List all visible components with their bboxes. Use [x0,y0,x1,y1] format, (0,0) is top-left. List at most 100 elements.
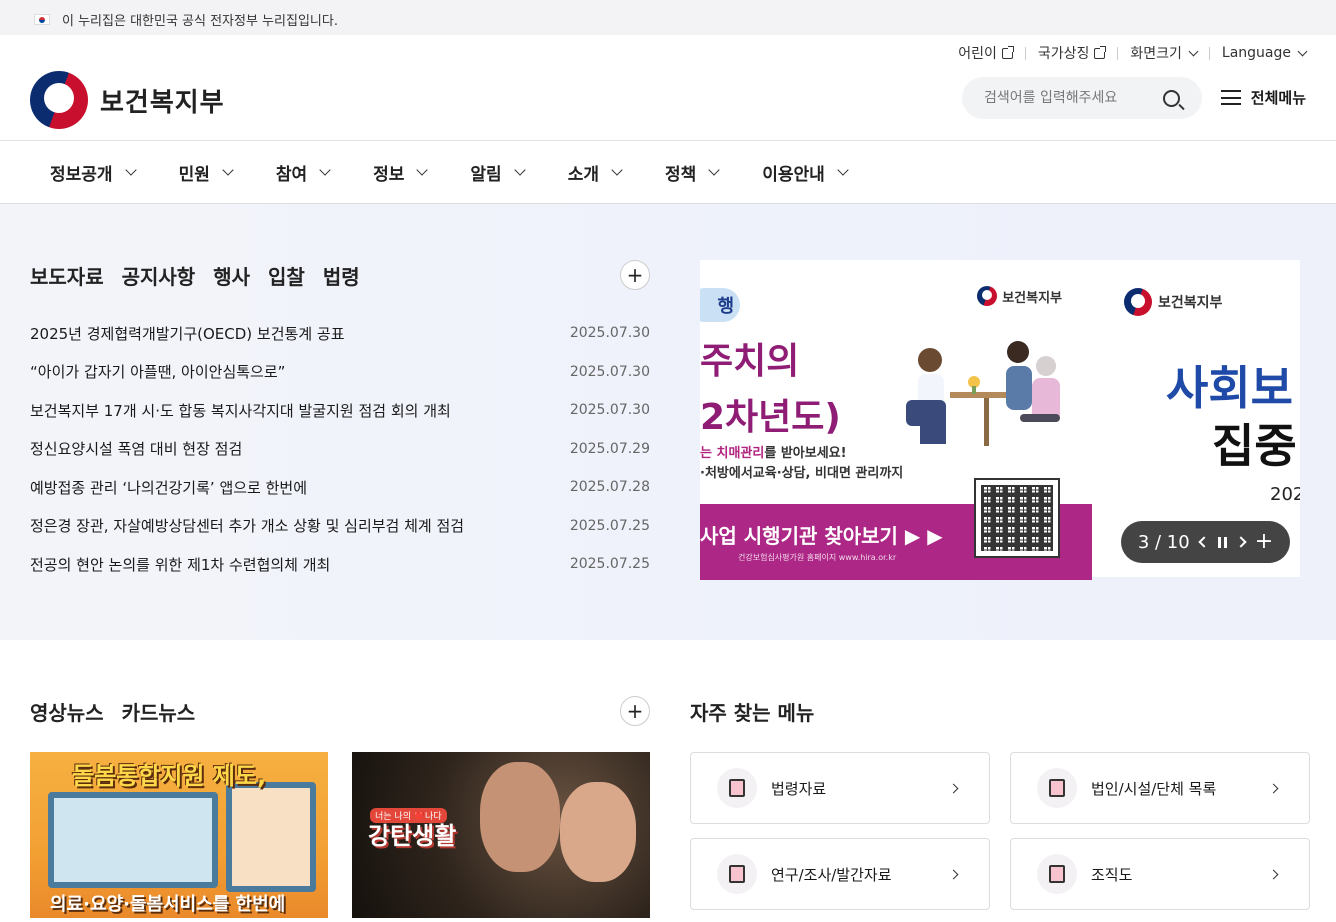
screen-size-dropdown[interactable]: 화면크기 [1130,43,1199,63]
man-photo-icon [480,762,560,872]
banner-pill: 행 [700,288,740,322]
nav-notice[interactable]: 알림 [470,160,526,185]
tab-label: 보도자료 [30,264,104,289]
tab-video-news[interactable]: 영상뉴스 [30,697,104,726]
video-thumbnail-birth[interactable]: 너는 나의 ❤️나다 강탄생활 [352,752,650,918]
icon-shape [729,865,745,883]
quick-link-organizations[interactable]: 법인/시설/단체 목록 [1010,752,1310,824]
quick-link-org-chart[interactable]: 조직도 [1010,838,1310,910]
site-logo[interactable]: 보건복지부 [30,71,225,129]
taegeuk-logo-icon [30,71,88,129]
news-panel: 보도자료 공지사항 행사 입찰 법령 + 2025년 경제협력개발기구(OECD… [30,260,650,584]
slide-counter: 3 / 10 [1137,531,1190,553]
search-box [962,77,1202,119]
media-thumbnails: 돌봄통합지원 제도, 의료·요양·돌봄서비스를 한번에 너는 나의 ❤️나다 강… [30,752,650,918]
quick-link-laws[interactable]: 법령자료 [690,752,990,824]
chevron-down-icon [124,164,137,176]
icon-shape [729,779,745,797]
news-title: 정은경 장관, 자살예방상담센터 추가 개소 상황 및 심리부검 체계 점검 [30,517,465,536]
icon-shape [1049,865,1065,883]
chevron-down-icon [708,164,720,176]
news-more-button[interactable]: + [620,260,650,290]
symbols-label: 국가상징 [1037,46,1090,62]
nav-label: 이용안내 [762,164,825,185]
nav-info-disclosure[interactable]: 정보공개 [50,160,137,185]
list-item[interactable]: 예방접종 관리 ‘나의건강기록’ 앱으로 한번에 2025.07.28 [30,468,650,507]
hamburger-icon [1220,90,1241,105]
nav-about[interactable]: 소개 [567,160,623,185]
divider [1208,46,1210,60]
banner2-headline-2: 집중 [1212,419,1297,473]
all-menu-button[interactable]: 전체메뉴 [1220,87,1306,108]
media-more-button[interactable]: + [620,696,650,726]
chevron-right-icon [1268,783,1279,794]
national-symbols-link[interactable]: 국가상징 [1037,43,1107,63]
banner-logo: 보건복지부 [977,286,1062,306]
list-item[interactable]: 정신요양시설 폭염 대비 현장 점검 2025.07.29 [30,430,650,469]
list-item[interactable]: 정은경 장관, 자살예방상담센터 추가 개소 상황 및 심리부검 체계 점검 20… [30,507,650,546]
media-panel: 영상뉴스 카드뉴스 + 돌봄통합지원 제도, 의료·요양·돌봄서비스를 한번에 … [30,696,650,918]
chevron-down-icon [1188,46,1199,56]
search-icon[interactable] [1163,89,1180,107]
banner-logo-text: 보건복지부 [1002,290,1062,306]
nav-information[interactable]: 정보 [373,160,429,185]
hero-section: 보도자료 공지사항 행사 입찰 법령 + 2025년 경제협력개발기구(OECD… [0,204,1336,640]
kids-link[interactable]: 어린이 [958,43,1014,63]
elderly-photo-frame-icon [226,782,316,892]
quick-menu-grid: 법령자료 법인/시설/단체 목록 연구/조사/발간자료 조직도 [690,752,1310,910]
list-item[interactable]: “아이가 갑자기 아플땐, 아이안심톡으로” 2025.07.30 [30,353,650,392]
banner-highlight: 는 치매관리 [700,446,765,461]
news-date: 2025.07.29 [569,440,650,457]
family-photo-frame-icon [48,792,218,888]
tab-events[interactable]: 행사 [213,261,250,290]
header: 어린이 국가상징 화면크기 Language 보건복지부 전체메뉴 [0,35,1336,141]
all-menu-label: 전체메뉴 [1250,89,1306,107]
next-icon[interactable] [1235,536,1247,548]
nav-policy[interactable]: 정책 [665,160,720,185]
tab-card-news[interactable]: 카드뉴스 [122,697,196,726]
nav-participation[interactable]: 참여 [275,160,331,185]
tab-announcements[interactable]: 공지사항 [122,261,196,290]
slider-controls: 3 / 10 + [1121,521,1290,563]
news-date: 2025.07.28 [569,479,650,496]
tab-bidding[interactable]: 입찰 [268,261,305,290]
lower-section: 영상뉴스 카드뉴스 + 돌봄통합지원 제도, 의료·요양·돌봄서비스를 한번에 … [0,640,1336,922]
nav-label: 참여 [275,164,308,185]
banner2-logo-text: 보건복지부 [1158,295,1223,311]
promo-banner-dementia[interactable]: 행 보건복지부 주치의 2차년도) 는 치매관리를 받아보세요! ·처방에서교육… [700,260,1092,580]
tab-laws[interactable]: 법령 [323,261,360,290]
previous-icon[interactable] [1198,536,1210,548]
search-input[interactable] [984,90,1154,106]
nav-civil-complaint[interactable]: 민원 [179,160,234,185]
quick-link-label: 법령자료 [771,779,827,798]
banner2-year: 202 [1270,484,1300,505]
news-title: 보건복지부 17개 시·도 합동 복지사각지대 발굴지원 점검 회의 개최 [30,401,451,420]
chevron-right-icon [948,869,959,880]
thumb1-subtitle: 의료·요양·돌봄서비스를 한번에 [50,894,286,915]
list-item[interactable]: 전공의 현안 논의를 위한 제1차 수련협의체 개최 2025.07.25 [30,545,650,584]
nav-label: 정보공개 [50,164,113,185]
taegeuk-logo-icon [977,286,998,306]
banner-headline-1: 주치의 [700,341,800,382]
chevron-right-icon [1268,869,1279,880]
pause-icon[interactable] [1217,536,1227,548]
quick-menu-panel: 자주 찾는 메뉴 법령자료 법인/시설/단체 목록 연구/조사/발간자료 조직도 [690,696,1310,910]
language-dropdown[interactable]: Language [1222,45,1308,61]
video-thumbnail-care[interactable]: 돌봄통합지원 제도, 의료·요양·돌봄서비스를 한번에 [30,752,328,918]
nav-label: 알림 [470,164,502,185]
nav-label: 소개 [567,164,599,185]
banner-headline-2: 2차년도) [700,397,841,438]
tab-press-release[interactable]: 보도자료 [30,261,104,290]
nav-guide[interactable]: 이용안내 [762,160,849,185]
news-date: 2025.07.30 [569,325,650,342]
banner-strip-text: 사업 시행기관 찾아보기 ▶ ▶ [700,524,943,548]
list-item[interactable]: 보건복지부 17개 시·도 합동 복지사각지대 발굴지원 점검 회의 개최 202… [30,391,650,430]
news-date: 2025.07.30 [569,402,650,419]
list-item[interactable]: 2025년 경제협력개발기구(OECD) 보건통계 공표 2025.07.30 [30,314,650,353]
chevron-down-icon [416,164,429,176]
chevron-down-icon [837,164,849,176]
plus-icon[interactable]: + [1255,531,1273,553]
quick-link-research[interactable]: 연구/조사/발간자료 [690,838,990,910]
building-icon [1037,768,1077,808]
external-link-icon [1094,45,1107,59]
